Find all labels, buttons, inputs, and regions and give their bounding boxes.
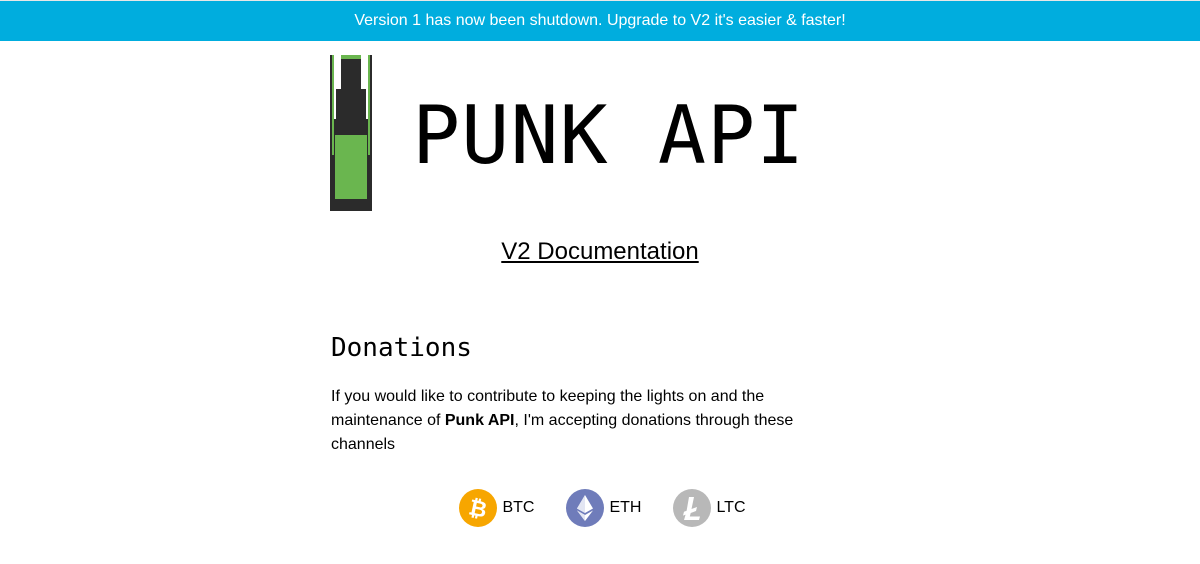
donation-channels: ₿ BTC ETH LTC: [0, 489, 1200, 527]
ltc-donation-link[interactable]: LTC: [673, 489, 746, 527]
svg-text:₿: ₿: [467, 495, 490, 523]
donations-description: If you would like to contribute to keepi…: [331, 385, 831, 457]
beer-bottle-icon: [330, 55, 372, 211]
eth-label: ETH: [609, 499, 642, 516]
eth-donation-link[interactable]: ETH: [566, 489, 641, 527]
btc-label: BTC: [502, 499, 535, 516]
v2-documentation-link[interactable]: V2 Documentation: [501, 238, 698, 265]
ltc-label: LTC: [716, 499, 746, 516]
donations-heading: Donations: [331, 333, 472, 363]
litecoin-icon: [673, 489, 712, 527]
logo-text: PUNK API: [412, 89, 806, 182]
docs-link-container: V2 Documentation: [0, 236, 1200, 268]
bitcoin-icon: ₿: [459, 489, 498, 527]
donations-bold-name: Punk API: [444, 412, 515, 429]
btc-donation-link[interactable]: ₿ BTC: [459, 489, 534, 527]
banner-text: Version 1 has now been shutdown. Upgrade…: [354, 12, 846, 29]
ethereum-icon: [566, 489, 605, 527]
punk-api-logo: PUNK API: [330, 55, 804, 211]
shutdown-banner: Version 1 has now been shutdown. Upgrade…: [0, 0, 1200, 41]
